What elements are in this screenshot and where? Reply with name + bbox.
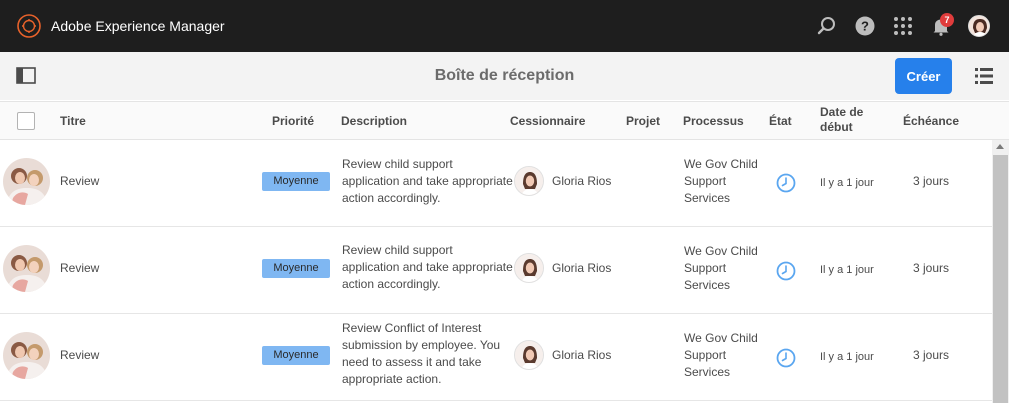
create-button[interactable]: Créer xyxy=(895,58,952,94)
workflow-name: We Gov Child Support Services xyxy=(684,330,758,381)
assignee-avatar xyxy=(514,166,544,196)
column-header-description[interactable]: Description xyxy=(341,114,407,129)
workflow-name: We Gov Child Support Services xyxy=(684,156,758,207)
column-header-project[interactable]: Projet xyxy=(626,114,660,129)
clock-icon xyxy=(776,261,796,281)
task-title: Review xyxy=(60,348,100,362)
description-line: application and take appropriate xyxy=(342,174,513,188)
task-thumbnail xyxy=(3,158,50,205)
help-icon[interactable]: ? xyxy=(853,14,877,38)
column-header-assignee[interactable]: Cessionnaire xyxy=(510,114,585,129)
workflow-line: Support xyxy=(684,174,727,188)
assignee-avatar xyxy=(514,253,544,283)
scroll-up-arrow-icon[interactable] xyxy=(996,144,1004,149)
task-thumbnail xyxy=(3,245,50,292)
search-icon[interactable] xyxy=(815,14,839,38)
workflow-line: We Gov Child xyxy=(684,331,758,345)
task-description: Review Conflict of Interest submission b… xyxy=(342,320,500,388)
task-description: Review child support application and tak… xyxy=(342,242,513,293)
assignee-name: Gloria Rios xyxy=(552,348,612,362)
description-line: appropriate action. xyxy=(342,372,442,386)
column-header-title[interactable]: Titre xyxy=(60,114,86,129)
select-all-checkbox[interactable] xyxy=(17,112,35,130)
priority-badge: Moyenne xyxy=(262,172,330,191)
workflow-line: Services xyxy=(684,365,731,379)
description-line: Review child support xyxy=(342,243,453,257)
user-avatar[interactable] xyxy=(968,15,990,37)
description-line: application and take appropriate xyxy=(342,260,513,274)
description-line: action accordingly. xyxy=(342,191,441,205)
scroll-thumb[interactable] xyxy=(993,155,1008,403)
clock-icon xyxy=(776,348,796,368)
apps-grid-icon[interactable] xyxy=(891,14,915,38)
action-bar: Boîte de réception xyxy=(0,52,1009,100)
workflow-line: We Gov Child xyxy=(684,244,758,258)
table-header: Titre Priorité Description Cessionnaire … xyxy=(0,101,1009,140)
description-line: submission by employee. You xyxy=(342,338,501,352)
svg-text:?: ? xyxy=(861,19,869,34)
workflow-line: Support xyxy=(684,348,727,362)
due-date: 3 jours xyxy=(913,348,950,362)
description-line: Review child support xyxy=(342,157,453,171)
column-header-priority[interactable]: Priorité xyxy=(272,114,314,129)
start-date: Il y a 1 jour xyxy=(820,177,874,189)
workflow-line: Support xyxy=(684,261,727,275)
column-header-start-date-line2: début xyxy=(820,120,853,134)
assignee-name: Gloria Rios xyxy=(552,174,612,188)
page-title: Boîte de réception xyxy=(434,67,575,84)
table-row[interactable]: Review Moyenne Review child support appl… xyxy=(0,140,992,227)
workflow-line: We Gov Child xyxy=(684,157,758,171)
due-date: 3 jours xyxy=(913,174,950,188)
column-header-start-date[interactable]: Date de début xyxy=(820,105,863,135)
list-view-icon[interactable] xyxy=(975,68,993,84)
global-header: Adobe Experience Manager ? 7 xyxy=(0,0,1009,52)
due-date: 3 jours xyxy=(913,261,950,275)
start-date: Il y a 1 jour xyxy=(820,351,874,363)
start-date: Il y a 1 jour xyxy=(820,264,874,276)
column-header-start-date-line1: Date de xyxy=(820,105,864,119)
description-line: need to assess it and take xyxy=(342,355,482,369)
priority-badge: Moyenne xyxy=(262,259,330,278)
table-row[interactable]: Review Moyenne Review Conflict of Intere… xyxy=(0,314,992,401)
clock-icon xyxy=(776,173,796,193)
assignee-avatar xyxy=(514,340,544,370)
vertical-scrollbar[interactable] xyxy=(992,140,1009,403)
notification-badge: 7 xyxy=(940,13,954,27)
workflow-name: We Gov Child Support Services xyxy=(684,243,758,294)
priority-badge: Moyenne xyxy=(262,346,330,365)
description-line: Review Conflict of Interest xyxy=(342,321,482,335)
task-title: Review xyxy=(60,174,100,188)
column-header-workflow[interactable]: Processus xyxy=(683,114,744,129)
assignee-name: Gloria Rios xyxy=(552,261,612,275)
task-description: Review child support application and tak… xyxy=(342,156,513,207)
column-header-status[interactable]: État xyxy=(769,114,792,129)
column-header-due[interactable]: Échéance xyxy=(903,114,959,129)
task-thumbnail xyxy=(3,332,50,379)
app-title[interactable]: Adobe Experience Manager xyxy=(51,17,225,35)
workflow-line: Services xyxy=(684,191,731,205)
description-line: action accordingly. xyxy=(342,277,441,291)
table-row[interactable]: Review Moyenne Review child support appl… xyxy=(0,227,992,314)
workflow-line: Services xyxy=(684,278,731,292)
task-title: Review xyxy=(60,261,100,275)
adobe-logo-icon[interactable] xyxy=(17,14,41,38)
